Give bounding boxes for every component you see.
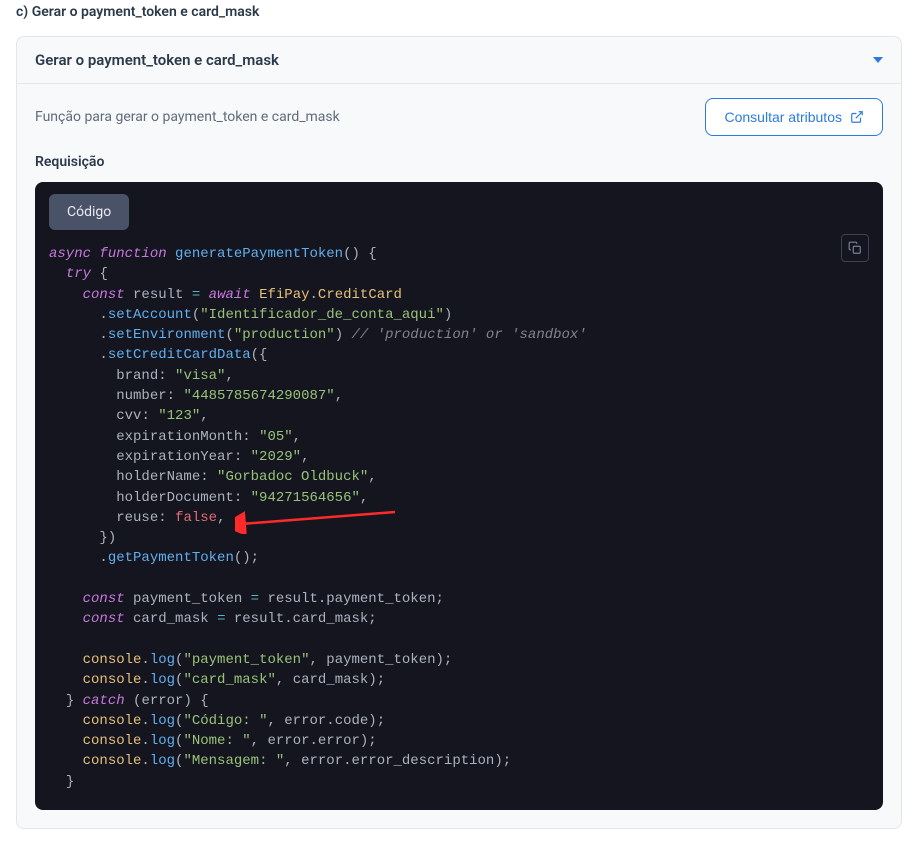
tab-codigo[interactable]: Código — [49, 194, 129, 230]
code-block: async function generatePaymentToken() { … — [49, 244, 869, 792]
consult-attributes-button[interactable]: Consultar atributos — [705, 98, 883, 136]
code-panel: Código async function generatePaymentTok… — [35, 182, 883, 810]
accordion-header[interactable]: Gerar o payment_token e card_mask — [17, 37, 901, 84]
description-text: Função para gerar o payment_token e card… — [35, 109, 340, 125]
accordion-title: Gerar o payment_token e card_mask — [35, 51, 279, 69]
accordion-card: Gerar o payment_token e card_mask Função… — [16, 36, 902, 829]
consult-attributes-label: Consultar atributos — [724, 109, 842, 125]
section-heading: c) Gerar o payment_token e card_mask — [16, 4, 902, 20]
chevron-down-icon — [873, 57, 883, 63]
external-link-icon — [850, 110, 864, 124]
accordion-body: Função para gerar o payment_token e card… — [17, 84, 901, 828]
annotation-arrow-icon — [235, 508, 405, 534]
request-heading: Requisição — [35, 154, 883, 170]
